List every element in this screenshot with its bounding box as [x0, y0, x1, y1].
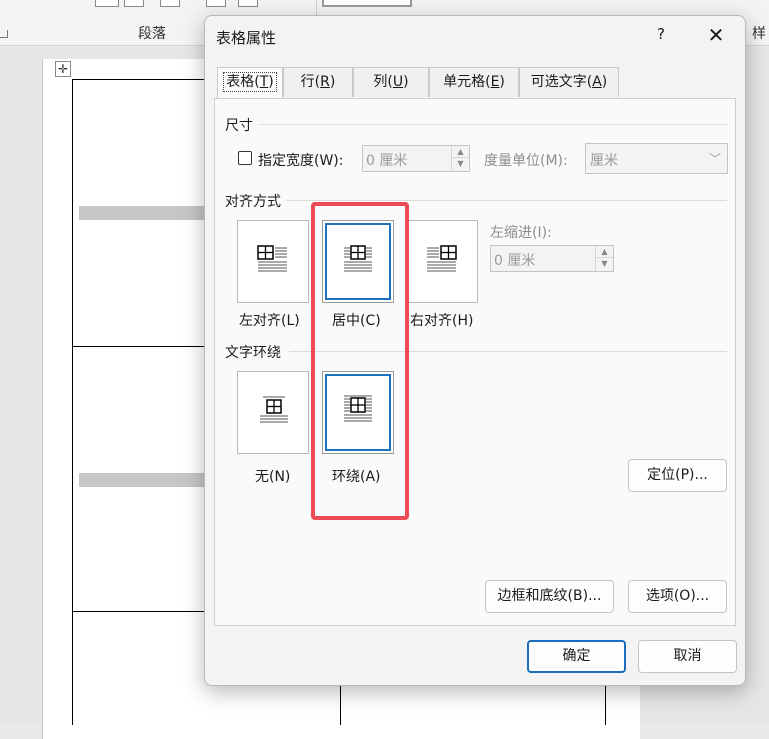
- section-divider: [259, 124, 727, 125]
- indent-from-left-spinner[interactable]: 0 厘米 ▲ ▼: [490, 245, 614, 272]
- chevron-down-icon: ﹀: [708, 152, 721, 166]
- table-properties-dialog: 表格属性 ? ✕ 表格(T) 行(R) 列(U) 单元格(E) 可选文字(A) …: [204, 15, 746, 686]
- preferred-width-checkbox[interactable]: [238, 151, 252, 165]
- tab-table[interactable]: 表格(T): [217, 67, 283, 98]
- ribbon-icon[interactable]: [238, 0, 258, 7]
- section-label-alignment: 对齐方式: [225, 194, 281, 210]
- ribbon-group-label-styles: 样: [752, 26, 766, 42]
- table-border: [72, 611, 205, 612]
- table-border: [72, 79, 205, 80]
- cancel-button[interactable]: 取消: [638, 640, 737, 673]
- section-label-text-wrapping: 文字环绕: [225, 345, 281, 361]
- wrap-none-option[interactable]: [237, 371, 309, 454]
- tab-cell[interactable]: 单元格(E): [429, 67, 519, 97]
- align-left-option[interactable]: [237, 220, 309, 303]
- cell-text-placeholder: [79, 206, 205, 220]
- close-icon[interactable]: ✕: [703, 22, 729, 48]
- table-border: [72, 79, 73, 725]
- annotation-highlight-box: [311, 202, 409, 520]
- spinner-buttons: ▲ ▼: [595, 246, 613, 271]
- spin-up-icon[interactable]: ▲: [452, 146, 469, 158]
- align-left-label: 左对齐(L): [239, 313, 300, 329]
- wrap-none-label: 无(N): [255, 469, 291, 485]
- options-button[interactable]: 选项(O)...: [628, 580, 727, 613]
- style-gallery[interactable]: [322, 0, 412, 7]
- ribbon-icon[interactable]: [206, 0, 226, 7]
- spin-down-icon[interactable]: ▼: [596, 258, 613, 270]
- align-left-icon: [257, 245, 287, 272]
- measure-value: 厘米: [590, 153, 618, 169]
- wrap-none-icon: [260, 396, 288, 423]
- align-right-option[interactable]: [406, 220, 478, 303]
- cell-text-placeholder: [79, 473, 205, 487]
- spin-down-icon[interactable]: ▼: [452, 158, 469, 170]
- table-border: [72, 346, 205, 347]
- positioning-button[interactable]: 定位(P)...: [628, 459, 727, 492]
- ribbon-group-label-paragraph: 段落: [138, 26, 166, 42]
- table-tab-panel: 尺寸 指定宽度(W): 0 厘米 ▲ ▼ 度量单位(M): 厘米 ﹀ 对齐方式: [214, 98, 736, 626]
- help-icon[interactable]: ?: [651, 25, 671, 47]
- preferred-width-label: 指定宽度(W):: [258, 153, 344, 169]
- section-label-size: 尺寸: [225, 118, 253, 134]
- ribbon-icon[interactable]: [160, 0, 180, 7]
- dialog-title: 表格属性: [216, 29, 277, 47]
- spinner-buttons: ▲ ▼: [451, 146, 469, 171]
- measure-in-label: 度量单位(M):: [484, 153, 568, 169]
- table-move-handle-icon[interactable]: ✛: [55, 61, 71, 77]
- table-border: [340, 686, 341, 725]
- align-right-icon: [427, 245, 457, 272]
- tab-column[interactable]: 列(U): [353, 67, 429, 97]
- tab-alt-text[interactable]: 可选文字(A): [519, 67, 619, 97]
- indent-value: 0 厘米: [494, 253, 536, 269]
- table-border: [605, 686, 606, 725]
- spin-up-icon[interactable]: ▲: [596, 246, 613, 258]
- ok-button[interactable]: 确定: [527, 640, 626, 673]
- dialog-launcher-icon[interactable]: [0, 30, 8, 38]
- ribbon-icon[interactable]: [124, 0, 144, 7]
- measure-in-select[interactable]: 厘米 ﹀: [585, 143, 728, 174]
- section-divider: [287, 200, 727, 201]
- align-right-label: 右对齐(H): [410, 313, 474, 329]
- ribbon-icon[interactable]: [95, 0, 119, 7]
- width-value: 0 厘米: [366, 153, 408, 169]
- indent-from-left-label: 左缩进(I):: [490, 225, 552, 241]
- tab-row[interactable]: 行(R): [283, 67, 353, 97]
- preferred-width-spinner[interactable]: 0 厘米 ▲ ▼: [362, 145, 470, 172]
- borders-and-shading-button[interactable]: 边框和底纹(B)...: [485, 580, 614, 613]
